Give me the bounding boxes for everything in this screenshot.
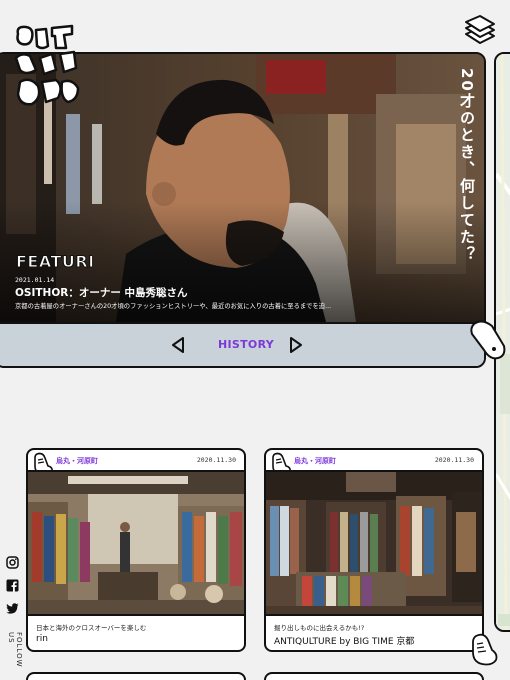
facebook-icon[interactable] (6, 579, 19, 592)
card-header: 烏丸・河原町 2020.11.30 (28, 450, 244, 476)
site-logo[interactable] (12, 24, 82, 112)
menu-icon[interactable] (462, 12, 498, 46)
follow-us-label: FOLLOW US (7, 632, 23, 668)
shop-interior-image (266, 472, 482, 614)
twitter-icon[interactable] (6, 602, 19, 615)
card-photo (28, 470, 244, 616)
page-top-mascot-icon[interactable] (470, 632, 500, 668)
page: FEATURE 2021.01.14 OSITHOR：オーナー 中島秀聡さん 京… (0, 0, 510, 680)
card-shop-name[interactable]: rin (36, 634, 48, 644)
map-pin-tab-icon[interactable] (468, 316, 508, 362)
history-link[interactable]: HISTORY (218, 338, 274, 351)
card-shop-name[interactable]: ANTIQULTURE by BIG TIME 京都 (274, 634, 414, 647)
shop-card[interactable]: 烏丸・河原町 2020.11.30 (264, 448, 484, 652)
card-date: 2020.11.30 (434, 456, 474, 464)
svg-text:FEATURE: FEATURE (16, 252, 92, 271)
card-header: 烏丸・河原町 2020.11.30 (266, 450, 482, 476)
card-photo (266, 470, 482, 616)
next-arrow-icon[interactable] (288, 336, 304, 354)
card-date: 2020.11.30 (196, 456, 236, 464)
instagram-icon[interactable] (6, 556, 19, 569)
feature-title[interactable]: OSITHOR：オーナー 中島秀聡さん (15, 285, 188, 300)
feature-description: 京都の古着屋のオーナーさんの20才頃のファッションヒストリーや、最近のお気に入り… (15, 303, 332, 310)
card-subtitle: 掘り出しものに出会えるかも!? (274, 624, 365, 632)
feature-date: 2021.01.14 (15, 276, 55, 284)
shop-card-peek[interactable] (264, 672, 484, 680)
shop-card-peek[interactable] (26, 672, 246, 680)
shop-interior-image (28, 472, 244, 614)
prev-arrow-icon[interactable] (170, 336, 186, 354)
card-area[interactable]: 烏丸・河原町 (56, 456, 98, 466)
social-links (6, 556, 22, 625)
feature-badge: FEATURE (16, 252, 93, 272)
card-area[interactable]: 烏丸・河原町 (294, 456, 336, 466)
feature-vertical-caption: 20才のとき、何してた？ (458, 68, 476, 263)
card-subtitle: 日本と海外のクロスオーバーを楽しむ (36, 624, 147, 632)
feature-nav: HISTORY (0, 322, 484, 366)
shop-card[interactable]: 烏丸・河原町 2020.11.30 (26, 448, 246, 652)
